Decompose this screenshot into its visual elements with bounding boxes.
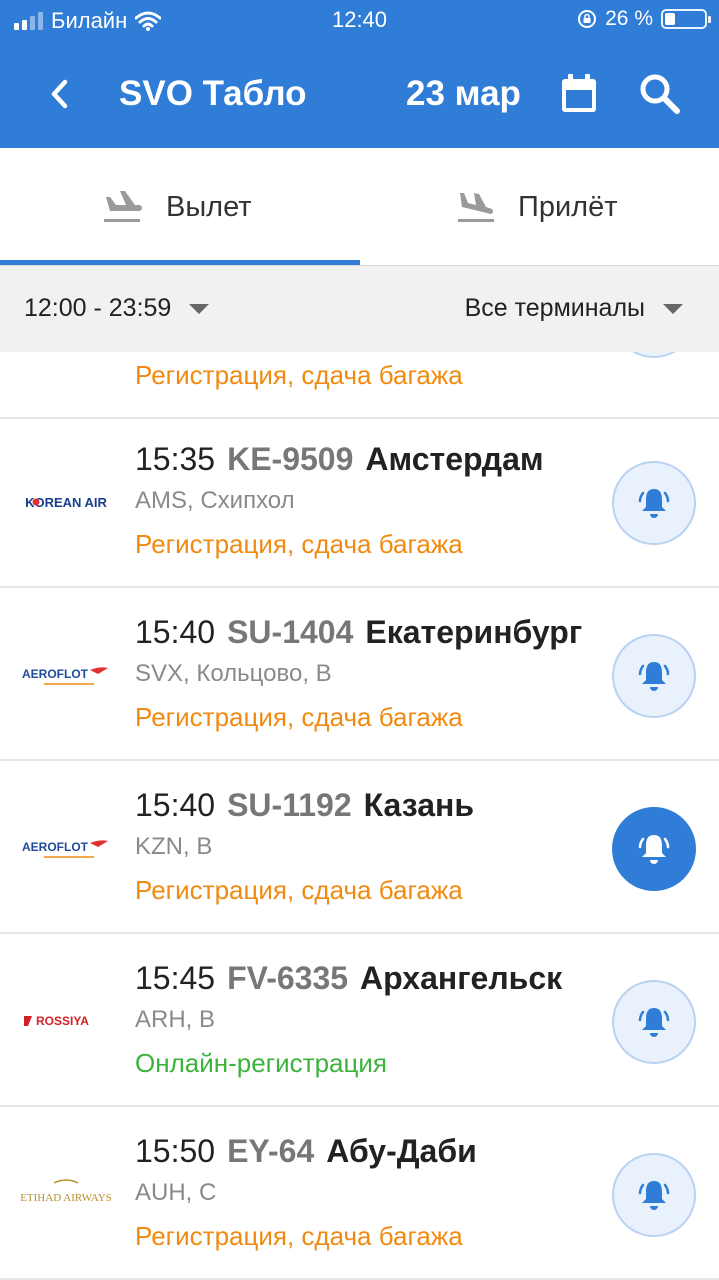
flight-airport: KZN, B: [135, 833, 213, 860]
flight-row[interactable]: Регистрация, сдача багажа: [0, 352, 719, 419]
plane-takeoff-icon: [104, 191, 142, 222]
flight-row[interactable]: AEROFLOT 15:40 SU-1192 Казань KZN, B Регис…: [0, 761, 719, 934]
flight-airport: ARH, B: [135, 1006, 216, 1033]
flight-number: EY-64: [227, 1133, 315, 1169]
subscribe-button-active[interactable]: [612, 807, 696, 891]
flight-destination: Амстердам: [365, 441, 544, 477]
caret-down-icon: [189, 303, 210, 314]
bell-ring-icon: [638, 1181, 670, 1210]
tab-departures-label: Вылет: [166, 190, 252, 223]
time-range-dropdown[interactable]: 12:00 - 23:59: [24, 294, 210, 323]
calendar-icon: [562, 74, 596, 112]
flight-row[interactable]: AEROFLOT 15:40 SU-1404 Екатеринбург SVX, К…: [0, 588, 719, 761]
flight-list[interactable]: Регистрация, сдача багажа KOREAN AIR 15:…: [0, 352, 719, 1280]
status-bar: Билайн 12:40 26 %: [0, 0, 719, 40]
subscribe-button[interactable]: [612, 634, 696, 718]
airline-logo-korean-air: KOREAN AIR: [14, 475, 118, 529]
flight-destination: Архангельск: [360, 960, 563, 996]
terminal-value: Все терминалы: [464, 294, 645, 322]
airline-logo-aeroflot: AEROFLOT: [14, 648, 118, 702]
flight-headline: 15:40 SU-1404 Екатеринбург: [135, 614, 582, 651]
flight-airport: AMS, Схипхол: [135, 487, 295, 514]
status-right: 26 %: [577, 7, 711, 31]
page-title: SVO Табло: [119, 74, 307, 113]
active-tab-indicator: [0, 260, 360, 265]
rossiya-logotype: ROSSIYA: [36, 1014, 89, 1028]
flight-destination: Абу-Даби: [326, 1133, 477, 1169]
tab-arrivals[interactable]: Прилёт: [360, 148, 719, 266]
flight-row[interactable]: KOREAN AIR 15:35 KE-9509 Амстердам AMS, Сх…: [0, 415, 719, 588]
bell-ring-icon: [638, 835, 670, 864]
subscribe-button[interactable]: [612, 461, 696, 545]
aeroflot-logotype: AEROFLOT: [22, 667, 89, 681]
flight-status: Онлайн-регистрация: [135, 1048, 388, 1078]
bell-ring-icon: [638, 489, 670, 518]
tab-arrivals-label: Прилёт: [518, 190, 618, 223]
flight-number: SU-1192: [227, 787, 352, 823]
subscribe-button[interactable]: [612, 1153, 696, 1237]
flight-status: Регистрация, сдача багажа: [135, 702, 463, 732]
back-button[interactable]: [38, 70, 82, 118]
app-bar: Билайн 12:40 26 % SVO Табло 23 мар: [0, 0, 719, 148]
flight-row[interactable]: ETIHAD AIRWAYS 15:50 EY-64 Абу-Даби AUH, C…: [0, 1107, 719, 1280]
battery-fill: [665, 13, 675, 25]
subscribe-button[interactable]: [612, 352, 696, 358]
flight-time: 15:40: [135, 614, 216, 650]
caret-down-icon: [663, 303, 683, 314]
flight-number: SU-1404: [227, 614, 354, 650]
flight-headline: 15:50 EY-64 Абу-Даби: [135, 1133, 477, 1170]
rotation-lock-icon: [578, 10, 597, 28]
calendar-button[interactable]: [556, 70, 602, 118]
flight-time: 15:35: [135, 441, 216, 477]
search-button[interactable]: [636, 70, 684, 118]
battery-percent: 26 %: [605, 7, 653, 30]
flight-destination: Екатеринбург: [365, 614, 583, 650]
flight-status: Регистрация, сдача багажа: [135, 1221, 463, 1251]
chevron-left-icon: [51, 79, 68, 109]
airline-logo-aeroflot: AEROFLOT: [14, 821, 118, 875]
flight-destination: Казань: [363, 787, 474, 823]
flight-airport: AUH, C: [135, 1179, 217, 1206]
flight-time: 15:50: [135, 1133, 216, 1169]
filter-bar: 12:00 - 23:59 Все терминалы: [0, 266, 719, 352]
flight-headline: 15:40 SU-1192 Казань: [135, 787, 474, 824]
tab-bar: Вылет Прилёт: [0, 148, 719, 266]
flight-status: Регистрация, сдача багажа: [135, 360, 463, 390]
flight-status: Регистрация, сдача багажа: [135, 875, 463, 905]
flight-headline: 15:35 KE-9509 Амстердам: [135, 441, 544, 478]
terminal-dropdown[interactable]: Все терминалы: [465, 294, 683, 323]
flight-row[interactable]: ROSSIYA 15:45 FV-6335 Архангельск ARH, B О…: [0, 934, 719, 1107]
airline-logo-rossiya: ROSSIYA: [14, 994, 118, 1048]
bell-ring-icon: [638, 1008, 670, 1037]
battery-icon: [661, 9, 711, 29]
date-selector[interactable]: 23 мар: [406, 74, 521, 114]
search-icon: [640, 74, 680, 114]
time-range-value: 12:00 - 23:59: [24, 294, 172, 322]
tab-departures[interactable]: Вылет: [0, 148, 359, 266]
flight-headline: 15:45 FV-6335 Архангельск: [135, 960, 562, 997]
plane-landing-icon: [458, 193, 494, 222]
flight-status: Регистрация, сдача багажа: [135, 529, 463, 559]
bell-ring-icon: [638, 662, 670, 691]
flight-number: KE-9509: [227, 441, 354, 477]
aeroflot-logotype: AEROFLOT: [22, 840, 89, 854]
flight-time: 15:45: [135, 960, 216, 996]
flight-airport: SVX, Кольцово, B: [135, 660, 332, 687]
airline-logo-etihad: ETIHAD AIRWAYS: [14, 1167, 118, 1221]
flight-number: FV-6335: [227, 960, 349, 996]
subscribe-button[interactable]: [612, 980, 696, 1064]
flight-time: 15:40: [135, 787, 216, 823]
etihad-logotype: ETIHAD AIRWAYS: [20, 1192, 112, 1204]
